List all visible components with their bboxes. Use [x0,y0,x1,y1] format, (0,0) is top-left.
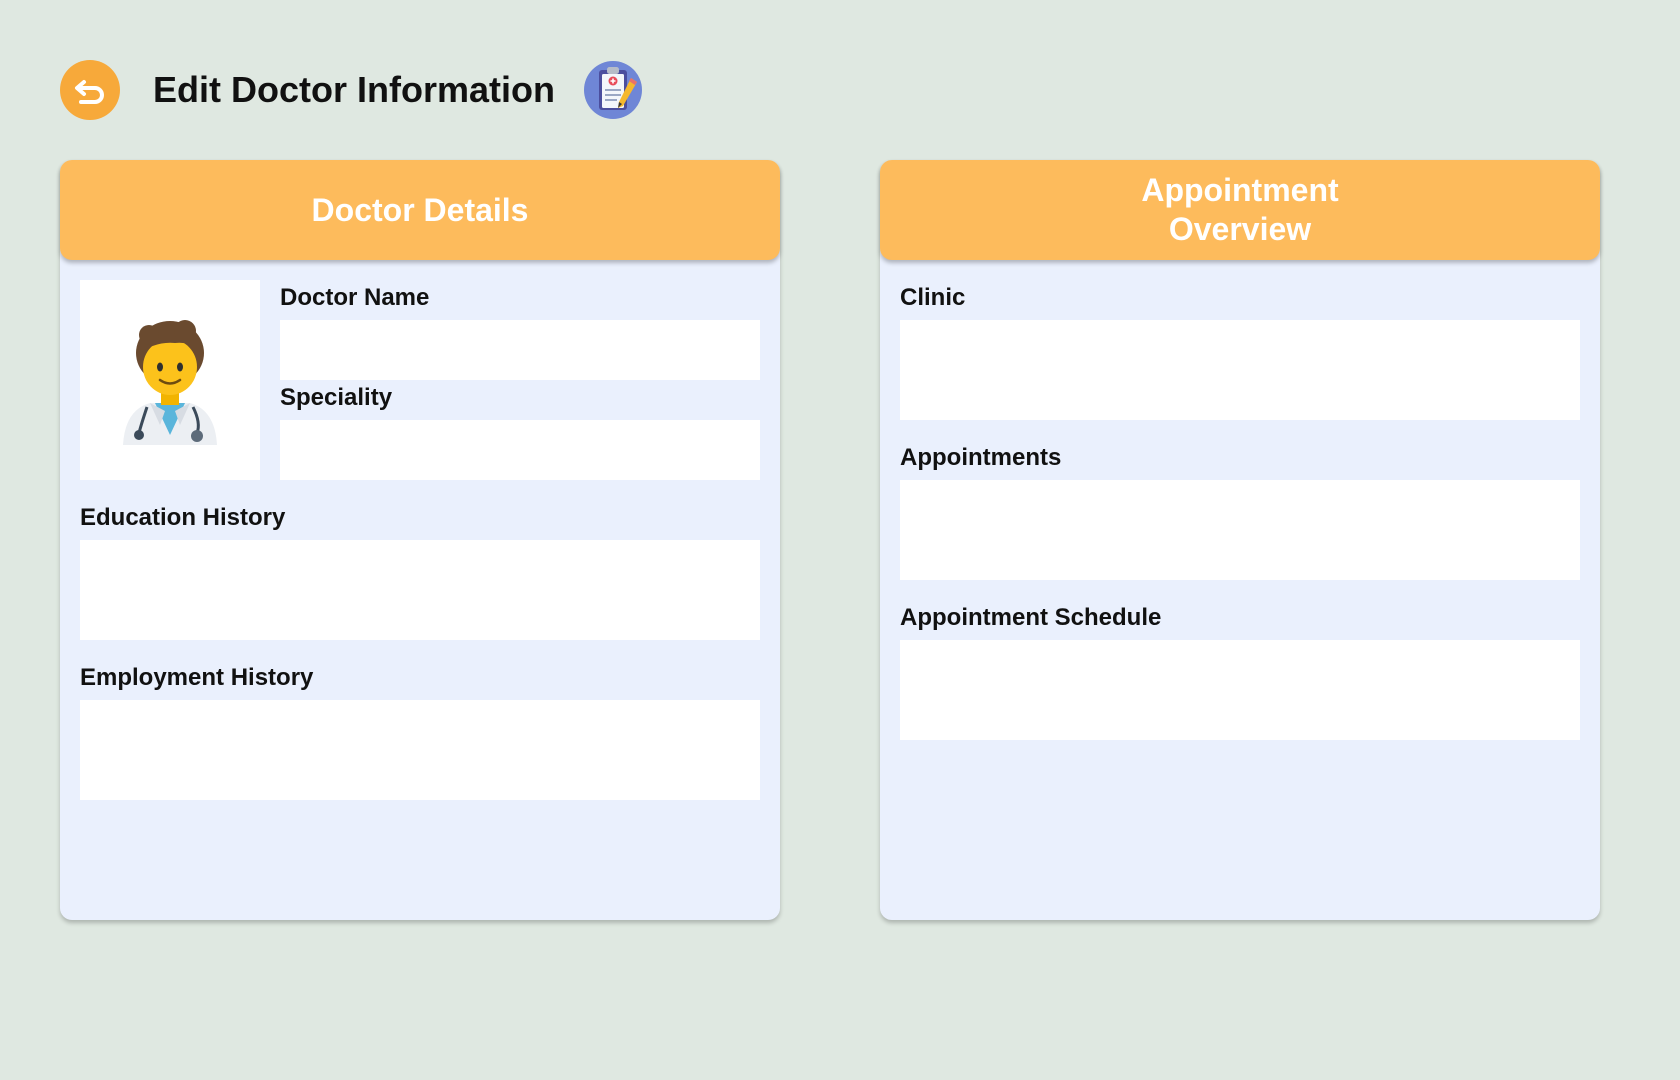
clinic-label: Clinic [900,284,966,311]
appointment-overview-card: Appointment Overview Clinic Appointments… [880,160,1600,920]
employment-history-label: Employment History [80,664,314,691]
appointments-label: Appointments [900,444,1062,471]
page-header: Edit Doctor Information [60,60,643,120]
appointment-schedule-label: Appointment Schedule [900,604,1162,631]
employment-history-input[interactable] [80,700,760,800]
education-history-input[interactable] [80,540,760,640]
appointment-overview-title: Appointment Overview [1141,172,1339,247]
clipboard-icon [583,60,643,120]
doctor-details-card: Doctor Details Doctor Name Speciality Ed… [60,160,780,920]
appointment-overview-header: Appointment Overview [880,160,1600,260]
back-button[interactable] [60,60,120,120]
speciality-label: Speciality [280,384,393,411]
clinic-input[interactable] [900,320,1580,420]
doctor-avatar-icon [123,320,217,445]
doctor-name-input[interactable] [280,320,760,380]
page-title: Edit Doctor Information [153,69,555,110]
appointments-input[interactable] [900,480,1580,580]
speciality-input[interactable] [280,420,760,480]
doctor-details-title: Doctor Details [311,191,529,228]
doctor-avatar[interactable] [80,280,260,480]
back-arrow-icon [75,80,104,104]
doctor-details-header: Doctor Details [60,160,780,260]
education-history-label: Education History [80,504,286,531]
appointment-schedule-input[interactable] [900,640,1580,740]
doctor-name-label: Doctor Name [280,284,430,311]
